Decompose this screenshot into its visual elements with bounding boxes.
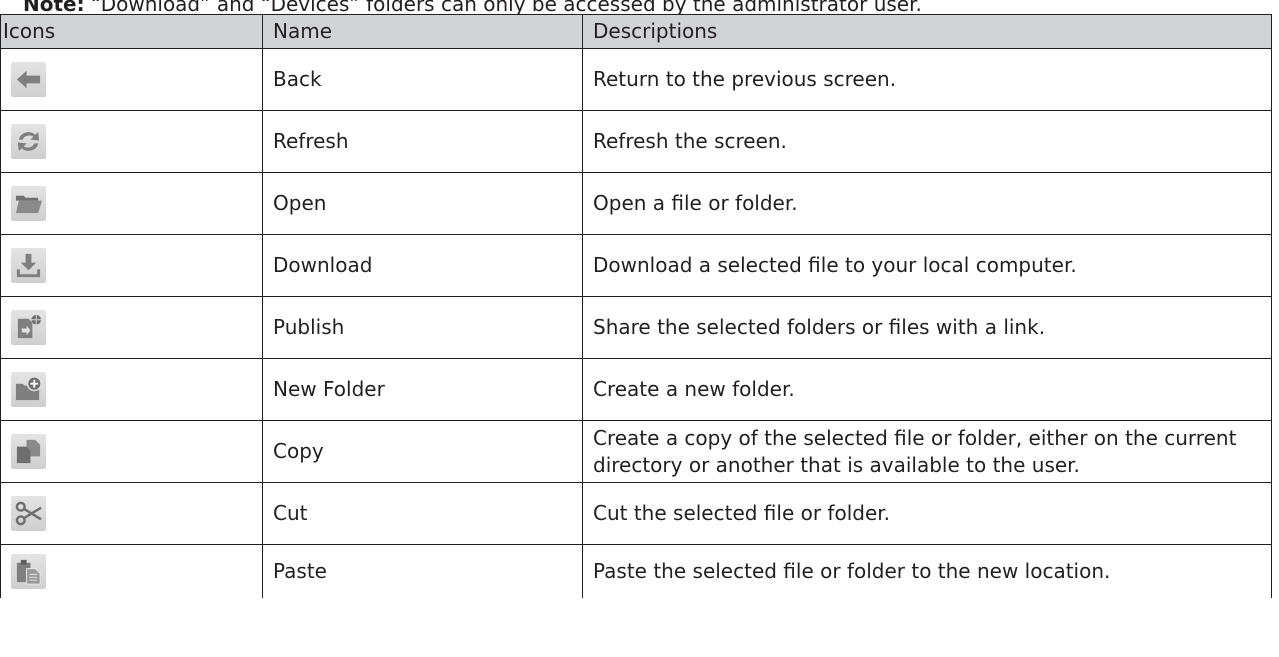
row-description: Share the selected folders or files with… xyxy=(582,296,1272,359)
table-row: Cut Cut the selected file or folder. xyxy=(0,482,1272,545)
refresh-icon xyxy=(11,124,46,159)
row-name: Back xyxy=(262,48,583,111)
paste-icon xyxy=(11,554,46,589)
table-row: Paste Paste the selected file or folder … xyxy=(0,544,1272,598)
row-name: Open xyxy=(262,172,583,235)
copy-icon xyxy=(11,434,46,469)
row-description: Paste the selected file or folder to the… xyxy=(582,544,1272,598)
header-descriptions: Descriptions xyxy=(582,14,1272,49)
icon-reference-table: Icons Name Descriptions Back Return to t… xyxy=(0,14,1272,598)
table-row: Open Open a file or folder. xyxy=(0,172,1272,235)
header-icons: Icons xyxy=(0,14,263,49)
table-header-row: Icons Name Descriptions xyxy=(0,14,1272,49)
row-description: Create a copy of the selected file or fo… xyxy=(582,420,1272,483)
row-name: Publish xyxy=(262,296,583,359)
back-arrow-icon xyxy=(11,62,46,97)
row-description: Create a new folder. xyxy=(582,358,1272,421)
row-description: Download a selected file to your local c… xyxy=(582,234,1272,297)
row-name: Refresh xyxy=(262,110,583,173)
row-description: Return to the previous screen. xyxy=(582,48,1272,111)
table-row: Refresh Refresh the screen. xyxy=(0,110,1272,173)
row-description: Refresh the screen. xyxy=(582,110,1272,173)
table-row: Download Download a selected file to you… xyxy=(0,234,1272,297)
row-name: Copy xyxy=(262,420,583,483)
cut-icon xyxy=(11,496,46,531)
table-row: Back Return to the previous screen. xyxy=(0,48,1272,111)
row-name: Cut xyxy=(262,482,583,545)
table-row: New Folder Create a new folder. xyxy=(0,358,1272,421)
header-name: Name xyxy=(262,14,583,49)
open-folder-icon xyxy=(11,186,46,221)
row-name: Paste xyxy=(262,544,583,598)
table-row: Copy Create a copy of the selected file … xyxy=(0,420,1272,483)
row-name: Download xyxy=(262,234,583,297)
new-folder-icon xyxy=(11,372,46,407)
row-description: Cut the selected file or folder. xyxy=(582,482,1272,545)
download-icon xyxy=(11,248,46,283)
publish-icon xyxy=(11,310,46,345)
table-row: Publish Share the selected folders or fi… xyxy=(0,296,1272,359)
row-name: New Folder xyxy=(262,358,583,421)
row-description: Open a file or folder. xyxy=(582,172,1272,235)
